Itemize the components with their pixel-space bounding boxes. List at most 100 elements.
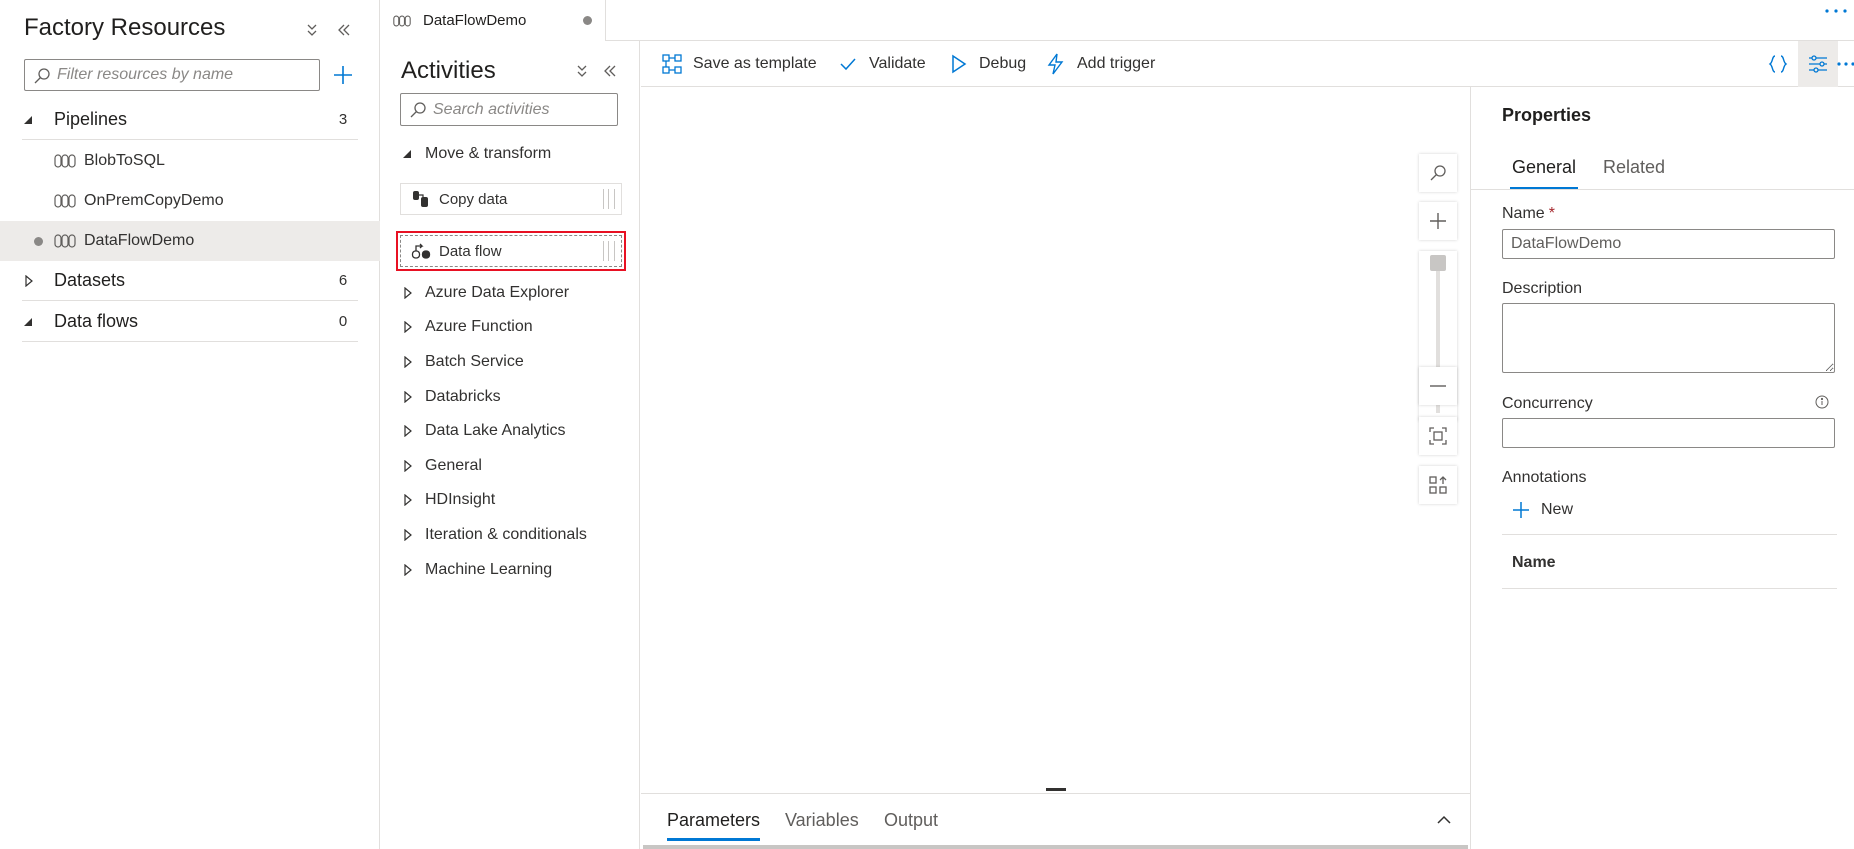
caret-collapsed-icon: [401, 321, 417, 333]
debug-button[interactable]: Debug: [947, 41, 1026, 87]
pipeline-label: OnPremCopyDemo: [84, 192, 224, 209]
pipeline-icon: [393, 15, 411, 27]
group-databricks[interactable]: Databricks: [401, 382, 501, 412]
add-resource-button[interactable]: [328, 60, 358, 90]
group-iteration-conditionals[interactable]: Iteration & conditionals: [401, 520, 587, 550]
plus-icon: [1428, 211, 1448, 231]
drag-handle[interactable]: [603, 241, 615, 261]
concurrency-input[interactable]: [1502, 418, 1835, 448]
unsaved-dot: [34, 237, 43, 246]
activity-copy-data[interactable]: Copy data: [400, 183, 622, 215]
section-pipelines[interactable]: Pipelines 3: [22, 100, 358, 140]
group-machine-learning[interactable]: Machine Learning: [401, 555, 552, 585]
tab-parameters[interactable]: Parameters: [667, 810, 761, 841]
save-as-template-button[interactable]: Save as template: [661, 41, 817, 87]
unsaved-dot: [583, 16, 592, 25]
search-activities-input[interactable]: [433, 94, 613, 125]
name-input[interactable]: [1502, 229, 1835, 259]
zoom-in-button[interactable]: [1419, 202, 1457, 240]
activities-panel: Activities Move & transform Copy data Da…: [381, 41, 640, 849]
pipeline-item[interactable]: OnPremCopyDemo: [0, 181, 380, 221]
code-view-button[interactable]: [1758, 41, 1798, 87]
resize-handle[interactable]: [1046, 788, 1066, 791]
group-hdinsight[interactable]: HDInsight: [401, 485, 495, 515]
play-icon: [947, 53, 969, 75]
more-options-icon: [1836, 61, 1854, 67]
pipeline-label: BlobToSQL: [84, 152, 165, 169]
caret-expanded-icon: [401, 148, 417, 160]
search-activities-box: [400, 93, 618, 126]
fit-to-screen-button[interactable]: [1419, 417, 1457, 455]
checkmark-icon: [837, 53, 859, 75]
validate-button[interactable]: Validate: [837, 41, 926, 87]
tab-general[interactable]: General: [1509, 157, 1579, 190]
group-batch-service[interactable]: Batch Service: [401, 347, 524, 377]
collapse-panel-icon[interactable]: [598, 59, 622, 83]
pipeline-item-selected[interactable]: DataFlowDemo: [0, 221, 380, 261]
sliders-icon: [1807, 53, 1829, 75]
auto-align-button[interactable]: [1419, 466, 1457, 504]
description-input[interactable]: [1502, 303, 1835, 373]
zoom-thumb[interactable]: [1430, 255, 1446, 271]
tab-output[interactable]: Output: [884, 810, 938, 831]
required-marker: *: [1548, 205, 1555, 222]
expand-all-icon[interactable]: [570, 59, 594, 83]
filter-resources-input[interactable]: [57, 60, 315, 90]
properties-toggle-button[interactable]: [1798, 41, 1838, 87]
name-label-text: Name: [1502, 205, 1545, 222]
caret-collapsed-icon: [401, 391, 417, 403]
section-data-flows[interactable]: Data flows 0: [22, 302, 358, 342]
pipeline-item[interactable]: BlobToSQL: [0, 141, 380, 181]
add-trigger-button[interactable]: Add trigger: [1045, 41, 1155, 87]
search-icon: [33, 67, 51, 85]
pipeline-canvas[interactable]: [641, 87, 1470, 793]
data-flow-icon: [411, 241, 431, 261]
tab-related[interactable]: Related: [1603, 157, 1665, 178]
bottom-panel: Parameters Variables Output: [641, 788, 1470, 849]
pipeline-icon: [54, 234, 76, 248]
concurrency-label: Concurrency: [1502, 395, 1593, 412]
activity-data-flow[interactable]: Data flow: [396, 231, 626, 271]
caret-collapsed-icon: [401, 460, 417, 472]
zoom-out-button[interactable]: [1419, 367, 1457, 405]
canvas-search-button[interactable]: [1419, 154, 1457, 192]
chevron-up-icon[interactable]: [1434, 810, 1454, 830]
tab-variables[interactable]: Variables: [785, 810, 859, 831]
copy-data-icon: [411, 189, 431, 209]
group-label: Azure Data Explorer: [425, 284, 570, 301]
group-label: HDInsight: [425, 491, 496, 508]
plus-icon: [1511, 500, 1531, 520]
minus-icon: [1428, 376, 1448, 396]
group-label: Iteration & conditionals: [425, 526, 587, 543]
annotations-label: Annotations: [1502, 469, 1587, 486]
toolbar-more-button[interactable]: [1834, 41, 1854, 87]
group-label: Machine Learning: [425, 561, 553, 578]
expand-all-icon[interactable]: [300, 18, 324, 42]
document-tab-bar: DataFlowDemo: [381, 0, 1854, 41]
add-annotation-button[interactable]: New: [1511, 497, 1573, 523]
collapse-panel-icon[interactable]: [332, 18, 356, 42]
pipeline-icon: [54, 154, 76, 168]
auto-align-icon: [1428, 475, 1448, 495]
properties-panel: Properties General Related Name* Descrip…: [1470, 87, 1854, 849]
more-options-icon[interactable]: [1824, 8, 1848, 14]
section-count: 0: [338, 313, 348, 330]
factory-resources-panel: Factory Resources Pipelines 3 BlobToSQL …: [0, 0, 380, 849]
group-azure-function[interactable]: Azure Function: [401, 312, 533, 342]
toolbar-label: Debug: [979, 55, 1027, 72]
drag-handle[interactable]: [603, 189, 615, 209]
section-datasets[interactable]: Datasets 6: [22, 261, 358, 301]
group-azure-data-explorer[interactable]: Azure Data Explorer: [401, 278, 569, 308]
pipeline-toolbar: Save as template Validate Debug Add trig…: [641, 41, 1854, 87]
info-icon[interactable]: [1814, 394, 1830, 410]
pipeline-label: DataFlowDemo: [84, 232, 195, 249]
tab-dataflowdemo[interactable]: DataFlowDemo: [381, 0, 606, 41]
search-icon: [409, 101, 427, 119]
search-icon: [1429, 164, 1447, 182]
template-icon: [661, 53, 683, 75]
toolbar-label: Validate: [869, 55, 926, 72]
horizontal-scrollbar[interactable]: [643, 845, 1468, 849]
group-data-lake-analytics[interactable]: Data Lake Analytics: [401, 416, 566, 446]
group-general[interactable]: General: [401, 451, 482, 481]
group-move-transform[interactable]: Move & transform: [401, 139, 551, 169]
